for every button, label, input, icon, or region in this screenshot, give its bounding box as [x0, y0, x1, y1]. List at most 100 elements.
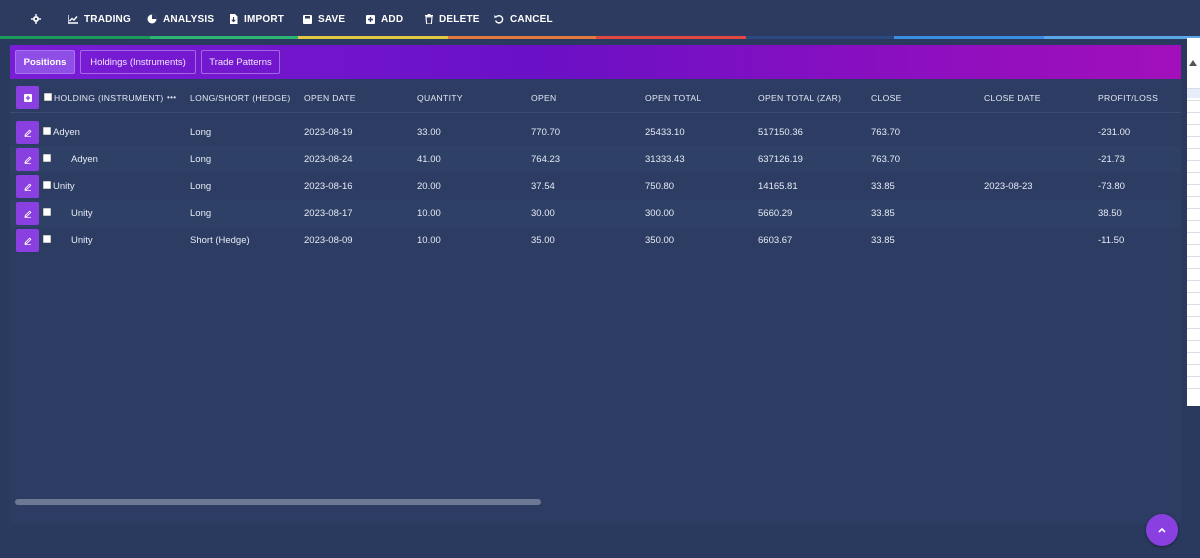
table-row[interactable]: Unity Long 2023-08-17 10.00 30.00 300.00…: [10, 200, 1181, 227]
row-checkbox[interactable]: [43, 208, 51, 216]
cell-open: 35.00: [531, 235, 555, 246]
table-row[interactable]: Unity Short (Hedge) 2023-08-09 10.00 35.…: [10, 227, 1181, 254]
add-row-button[interactable]: [16, 86, 39, 109]
header-long-short[interactable]: LONG/SHORT (HEDGE): [190, 82, 291, 113]
row-checkbox[interactable]: [43, 154, 51, 162]
cell-holding: Adyen: [53, 127, 80, 138]
table-row[interactable]: Unity Long 2023-08-16 20.00 37.54 750.80…: [10, 173, 1181, 200]
table-header: HOLDING (INSTRUMENT) ••• LONG/SHORT (HED…: [10, 82, 1181, 113]
delete-button[interactable]: DELETE: [425, 0, 480, 38]
cell-open-total: 25433.10: [645, 127, 685, 138]
scroll-to-top-button[interactable]: [1146, 514, 1178, 546]
cell-long-short: Long: [190, 127, 212, 138]
header-open[interactable]: OPEN: [531, 82, 557, 113]
header-close[interactable]: CLOSE: [871, 82, 902, 113]
add-label: ADD: [381, 13, 404, 25]
tab-trade-patterns[interactable]: Trade Patterns: [201, 50, 280, 74]
table-row[interactable]: Adyen Long 2023-08-24 41.00 764.23 31333…: [10, 146, 1181, 173]
import-button[interactable]: IMPORT: [229, 0, 284, 38]
cell-profit-loss: -11.50: [1098, 235, 1125, 246]
cell-open: 30.00: [531, 208, 555, 219]
edit-row-button[interactable]: [16, 121, 39, 144]
cell-open-total: 300.00: [645, 208, 675, 219]
cell-open-total-zar: 5660.29: [758, 208, 793, 219]
header-close-date[interactable]: CLOSE DATE: [984, 82, 1041, 113]
cell-holding: Unity: [53, 181, 75, 192]
pencil-icon: [23, 210, 31, 218]
cell-quantity: 20.00: [417, 181, 441, 192]
cell-close-date: 2023-08-23: [984, 181, 1033, 192]
plus-square-icon: [366, 14, 375, 24]
cell-close: 33.85: [871, 208, 895, 219]
settings-button[interactable]: [31, 0, 47, 38]
cell-close: 33.85: [871, 181, 895, 192]
cell-close: 33.85: [871, 235, 895, 246]
save-button[interactable]: SAVE: [303, 0, 345, 38]
delete-label: DELETE: [439, 13, 480, 25]
edit-row-button[interactable]: [16, 229, 39, 252]
column-menu-icon[interactable]: •••: [167, 82, 176, 113]
cell-open-total-zar: 637126.19: [758, 154, 803, 165]
header-open-total-zar[interactable]: OPEN TOTAL (ZAR): [758, 82, 841, 113]
cell-open-date: 2023-08-17: [304, 208, 353, 219]
chart-line-icon: [68, 14, 78, 24]
cancel-label: CANCEL: [510, 13, 553, 25]
cell-long-short: Long: [190, 154, 212, 165]
horizontal-scrollbar[interactable]: [15, 499, 1175, 505]
pencil-icon: [23, 237, 31, 245]
row-checkbox[interactable]: [43, 181, 51, 189]
cell-holding: Unity: [71, 235, 93, 246]
select-all-checkbox[interactable]: [44, 93, 52, 101]
right-scrollbar[interactable]: [1187, 38, 1200, 406]
trading-label: TRADING: [84, 13, 131, 25]
edit-row-button[interactable]: [16, 175, 39, 198]
tab-positions[interactable]: Positions: [15, 50, 75, 74]
cell-holding: Unity: [71, 208, 93, 219]
header-quantity[interactable]: QUANTITY: [417, 82, 463, 113]
cell-holding: Adyen: [71, 154, 98, 165]
edit-row-button[interactable]: [16, 148, 39, 171]
cell-open-total: 31333.43: [645, 154, 685, 165]
save-icon: [303, 14, 312, 24]
cell-quantity: 41.00: [417, 154, 441, 165]
pie-chart-icon: [147, 14, 157, 24]
tab-holdings[interactable]: Holdings (Instruments): [80, 50, 196, 74]
gear-icon: [31, 14, 41, 24]
header-open-date[interactable]: OPEN DATE: [304, 82, 356, 113]
analysis-label: ANALYSIS: [163, 13, 215, 25]
cell-open-date: 2023-08-09: [304, 235, 353, 246]
cell-open-date: 2023-08-16: [304, 181, 353, 192]
cell-quantity: 10.00: [417, 208, 441, 219]
header-open-total[interactable]: OPEN TOTAL: [645, 82, 702, 113]
cell-quantity: 33.00: [417, 127, 441, 138]
cell-open-total: 750.80: [645, 181, 675, 192]
trading-button[interactable]: TRADING: [68, 0, 131, 38]
edit-row-button[interactable]: [16, 202, 39, 225]
toolbar-color-stripe: [0, 36, 1200, 39]
cancel-button[interactable]: CANCEL: [494, 0, 553, 38]
trash-icon: [425, 14, 433, 24]
row-checkbox[interactable]: [43, 235, 51, 243]
cell-open-total-zar: 6603.67: [758, 235, 793, 246]
positions-panel: Positions Holdings (Instruments) Trade P…: [10, 45, 1181, 523]
cell-open-total-zar: 517150.36: [758, 127, 803, 138]
top-toolbar: TRADING ANALYSIS IMPORT SAVE ADD DELETE: [0, 0, 1200, 38]
scroll-up-arrow-icon[interactable]: [1189, 60, 1197, 66]
header-profit-loss[interactable]: PROFIT/LOSS: [1098, 82, 1158, 113]
cell-open: 770.70: [531, 127, 561, 138]
cell-open: 764.23: [531, 154, 561, 165]
cell-open-date: 2023-08-24: [304, 154, 353, 165]
cell-profit-loss: -21.73: [1098, 154, 1125, 165]
import-label: IMPORT: [244, 13, 285, 25]
add-button[interactable]: ADD: [366, 0, 403, 38]
cell-open-date: 2023-08-19: [304, 127, 353, 138]
cell-profit-loss: -231.00: [1098, 127, 1131, 138]
horizontal-scrollbar-thumb[interactable]: [15, 499, 541, 505]
row-checkbox[interactable]: [43, 127, 51, 135]
cell-long-short: Short (Hedge): [190, 235, 250, 246]
cell-profit-loss: -73.80: [1098, 181, 1125, 192]
analysis-button[interactable]: ANALYSIS: [147, 0, 214, 38]
plus-square-icon: [23, 93, 32, 102]
header-holding[interactable]: HOLDING (INSTRUMENT): [54, 82, 164, 113]
table-row[interactable]: Adyen Long 2023-08-19 33.00 770.70 25433…: [10, 119, 1181, 146]
